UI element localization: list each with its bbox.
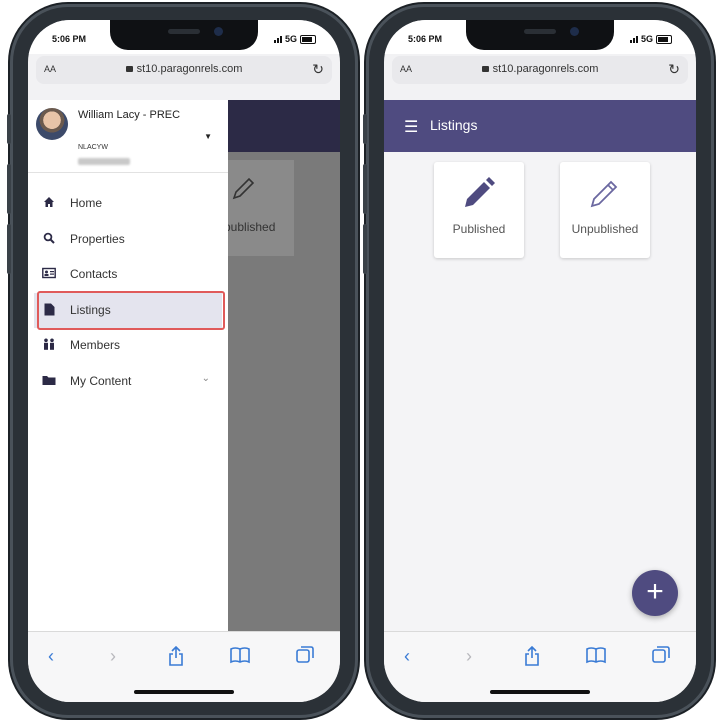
network-label: 5G — [284, 34, 297, 44]
chevron-down-icon[interactable]: ⌄ — [202, 373, 210, 384]
menu-item-properties[interactable]: Properties — [28, 222, 228, 258]
url-text-wrap: st10.paragonrels.com — [36, 63, 332, 75]
nav-drawer: William Lacy - PREC NLACYW ▼ Home Proper… — [28, 100, 228, 632]
pencil-filled-icon — [465, 177, 495, 207]
menu-item-members[interactable]: Members — [28, 328, 228, 364]
unpublished-card[interactable]: Unpublished — [560, 162, 650, 258]
signal-icon — [273, 35, 282, 43]
back-icon[interactable]: ‹ — [48, 646, 54, 667]
battery-icon — [656, 34, 672, 44]
phone-right: 5:06 PM 5G AA st10.paragonrels.com ↻ ☰ L… — [363, 4, 714, 718]
home-indicator — [490, 690, 590, 694]
dimmed-card: published — [224, 160, 294, 256]
folder-icon — [42, 374, 56, 388]
url-text: st10.paragonrels.com — [136, 63, 243, 75]
notch — [110, 20, 258, 50]
back-icon[interactable]: ‹ — [404, 646, 410, 667]
forward-icon[interactable]: › — [110, 646, 116, 667]
selection-highlight — [37, 290, 225, 331]
home-icon — [42, 196, 56, 210]
pencil-outline-icon — [232, 177, 255, 200]
url-text: st10.paragonrels.com — [492, 63, 599, 75]
menu-label: Home — [70, 196, 103, 210]
status-signal: 5G — [273, 34, 316, 44]
lock-icon — [125, 66, 133, 72]
side-button — [7, 224, 11, 274]
menu-label: Listings — [70, 302, 111, 317]
side-button — [7, 114, 11, 144]
share-icon[interactable] — [168, 645, 184, 671]
pencil-outline-icon — [590, 180, 618, 208]
contact-card-icon — [42, 267, 56, 281]
add-listing-button[interactable]: + — [632, 570, 678, 616]
user-code: NLACYW — [78, 144, 108, 151]
safari-toolbar: ‹ › — [384, 631, 696, 702]
menu-item-listings[interactable]: Listings — [34, 290, 225, 331]
signal-icon — [629, 35, 638, 43]
lock-icon — [481, 66, 489, 72]
listings-content: Published Unpublished — [384, 152, 696, 632]
share-icon[interactable] — [524, 645, 540, 671]
user-id-redacted — [78, 158, 130, 165]
menu-label: My Content — [70, 373, 132, 388]
bookmarks-icon[interactable] — [230, 646, 250, 669]
status-time: 5:06 PM — [52, 34, 87, 44]
dimmed-card-label: published — [224, 220, 276, 234]
search-icon — [42, 232, 56, 246]
app-bar: ☰ Listings — [384, 100, 696, 152]
card-label: Published — [452, 222, 506, 236]
page-title: Listings — [430, 117, 478, 133]
menu-label: Properties — [70, 231, 125, 246]
menu-item-home[interactable]: Home — [28, 186, 228, 222]
status-signal: 5G — [629, 34, 672, 44]
reload-icon[interactable]: ↻ — [312, 61, 324, 78]
drawer-menu: Home Properties Contacts Listings Member… — [28, 186, 228, 400]
screen-left: 5:06 PM 5G AA st10.paragonrels.com ↻ pub… — [28, 20, 340, 702]
url-bar[interactable]: AA st10.paragonrels.com ↻ — [36, 56, 332, 84]
reload-icon[interactable]: ↻ — [668, 61, 680, 78]
caret-down-icon[interactable]: ▼ — [204, 132, 212, 141]
safari-toolbar: ‹ › — [28, 631, 340, 702]
side-button — [363, 164, 367, 214]
battery-icon — [300, 34, 316, 44]
url-text-wrap: st10.paragonrels.com — [392, 63, 688, 75]
card-label: Unpublished — [571, 222, 639, 236]
menu-item-my-content[interactable]: My Content ⌄ — [28, 364, 228, 400]
profile-header[interactable]: William Lacy - PREC NLACYW ▼ — [28, 100, 228, 173]
status-time: 5:06 PM — [408, 34, 443, 44]
side-button — [363, 114, 367, 144]
notch — [466, 20, 614, 50]
tabs-icon[interactable] — [296, 646, 314, 669]
published-card[interactable]: Published — [434, 162, 524, 258]
network-label: 5G — [640, 34, 653, 44]
forward-icon[interactable]: › — [466, 646, 472, 667]
url-bar[interactable]: AA st10.paragonrels.com ↻ — [392, 56, 688, 84]
menu-label: Members — [70, 338, 121, 353]
bookmarks-icon[interactable] — [586, 646, 606, 669]
menu-label: Contacts — [70, 267, 118, 282]
user-name: William Lacy - PREC — [78, 109, 181, 121]
side-button — [363, 224, 367, 274]
avatar — [36, 108, 68, 140]
tabs-icon[interactable] — [652, 646, 670, 669]
side-button — [7, 164, 11, 214]
menu-item-contacts[interactable]: Contacts — [28, 257, 228, 293]
phone-left: 5:06 PM 5G AA st10.paragonrels.com ↻ pub… — [7, 4, 358, 718]
screen-right: 5:06 PM 5G AA st10.paragonrels.com ↻ ☰ L… — [384, 20, 696, 702]
home-indicator — [134, 690, 234, 694]
members-icon — [42, 338, 56, 352]
document-icon — [42, 303, 56, 317]
hamburger-icon[interactable]: ☰ — [404, 117, 418, 137]
